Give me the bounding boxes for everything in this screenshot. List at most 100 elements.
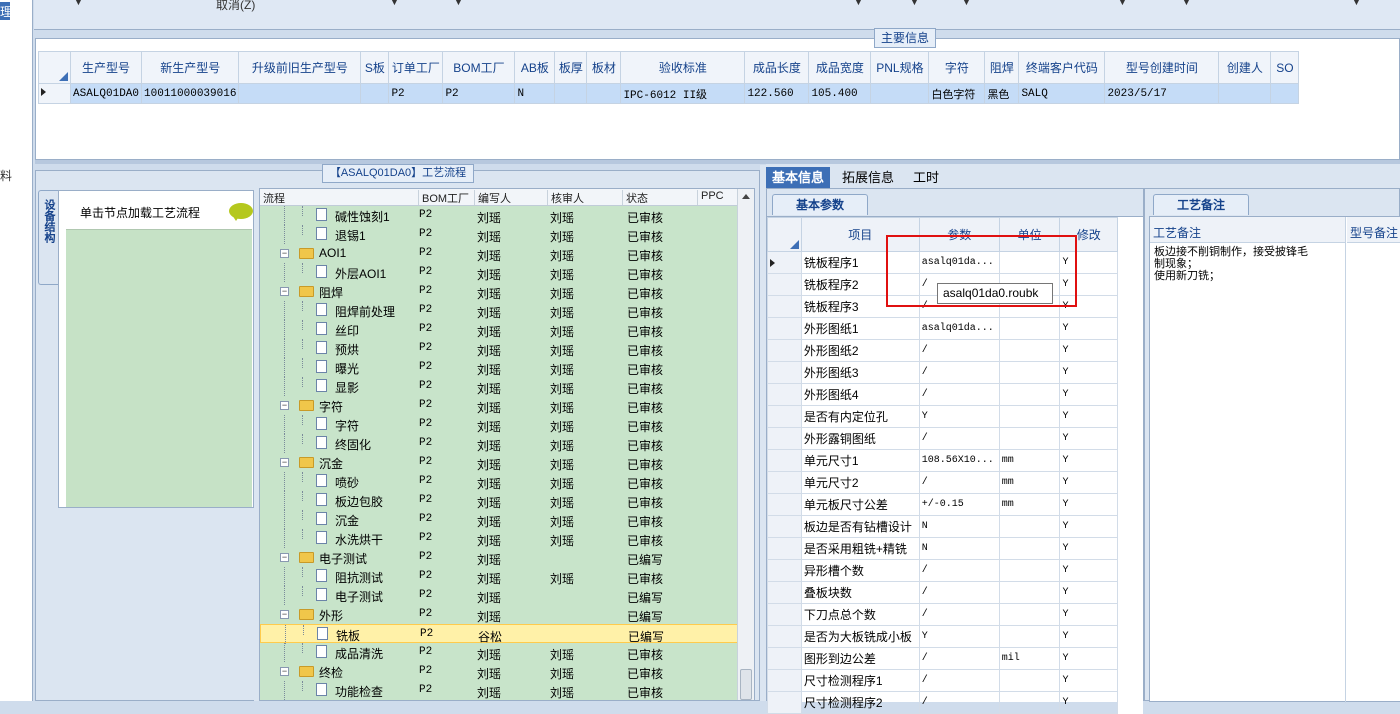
- table-cell[interactable]: N: [514, 83, 556, 104]
- table-row[interactable]: 是否采用粗铣+精铣 N Y: [767, 537, 1143, 560]
- param-value-cell[interactable]: /: [918, 669, 1000, 692]
- col-header[interactable]: 升级前旧生产型号: [238, 51, 362, 84]
- dropdown-arrow-icon[interactable]: ▼: [962, 0, 971, 7]
- tree-row[interactable]: − 字符 P2 刘瑶 刘瑶 已审核: [260, 396, 740, 415]
- param-item-cell[interactable]: 外形图纸1: [800, 317, 920, 340]
- param-editable-cell[interactable]: Y: [1059, 625, 1119, 648]
- col-header[interactable]: 板材: [586, 51, 622, 84]
- param-unit-cell[interactable]: [998, 537, 1061, 560]
- param-unit-cell[interactable]: [998, 317, 1061, 340]
- param-item-cell[interactable]: 外形图纸4: [800, 383, 920, 406]
- param-item-cell[interactable]: 外形露铜图纸: [800, 427, 920, 450]
- tree-row[interactable]: 水洗烘干 P2 刘瑶 刘瑶 已审核: [260, 529, 740, 548]
- dropdown-arrow-icon[interactable]: ▼: [74, 0, 83, 7]
- param-value-cell[interactable]: N: [918, 537, 1000, 560]
- tree-row[interactable]: 碱性蚀刻1 P2 刘瑶 刘瑶 已审核: [260, 206, 740, 225]
- param-item-cell[interactable]: 异形槽个数: [800, 559, 920, 582]
- col-header[interactable]: 订单工厂: [388, 51, 444, 84]
- param-unit-cell[interactable]: [998, 361, 1061, 384]
- table-row[interactable]: 外形图纸1 asalq01da... Y: [767, 317, 1143, 340]
- param-unit-cell[interactable]: [998, 625, 1061, 648]
- tree-row[interactable]: 成品清洗 P2 刘瑶 刘瑶 已审核: [260, 643, 740, 662]
- table-cell[interactable]: P2: [442, 83, 516, 104]
- collapse-icon[interactable]: −: [280, 287, 289, 296]
- param-value-cell[interactable]: Y: [918, 625, 1000, 648]
- param-item-cell[interactable]: 外形图纸2: [800, 339, 920, 362]
- param-item-cell[interactable]: 是否有内定位孔: [800, 405, 920, 428]
- nav-item-label[interactable]: 料: [0, 167, 12, 184]
- param-unit-cell[interactable]: mil: [998, 647, 1061, 670]
- param-unit-cell[interactable]: mm: [998, 471, 1061, 494]
- table-cell[interactable]: [870, 83, 930, 104]
- col-header[interactable]: BOM工厂: [418, 190, 469, 205]
- param-unit-cell[interactable]: [998, 383, 1061, 406]
- table-cell[interactable]: 2023/5/17: [1104, 83, 1220, 104]
- param-editable-cell[interactable]: Y: [1059, 603, 1119, 626]
- collapse-icon[interactable]: −: [280, 458, 289, 467]
- param-value-cell[interactable]: /: [918, 471, 1000, 494]
- param-value-cell[interactable]: 108.56X10...: [918, 449, 1000, 472]
- param-value-cell[interactable]: asalq01da...: [918, 317, 1000, 340]
- param-editable-cell[interactable]: Y: [1059, 339, 1119, 362]
- param-item-cell[interactable]: 是否采用粗铣+精铣: [800, 537, 920, 560]
- col-header[interactable]: PNL规格: [870, 51, 930, 84]
- param-editable-cell[interactable]: Y: [1059, 493, 1119, 516]
- param-editable-cell[interactable]: Y: [1059, 383, 1119, 406]
- table-cell[interactable]: IPC-6012 II级: [620, 83, 746, 104]
- dropdown-arrow-icon[interactable]: ▼: [910, 0, 919, 7]
- param-value-cell[interactable]: +/-0.15: [918, 493, 1000, 516]
- col-header[interactable]: 验收标准: [620, 51, 746, 84]
- tree-row[interactable]: 阻抗测试 P2 刘瑶 刘瑶 已审核: [260, 567, 740, 586]
- col-header[interactable]: 成品长度: [744, 51, 810, 84]
- table-row[interactable]: 下刀点总个数 / Y: [767, 603, 1143, 626]
- param-editable-cell[interactable]: Y: [1059, 669, 1119, 692]
- param-unit-cell[interactable]: [998, 581, 1061, 604]
- table-row[interactable]: ASALQ01DA0 10011000039016 P2 P2 N IPC-6012 II…: [38, 83, 1300, 104]
- tab-basic-info[interactable]: 基本信息: [766, 167, 831, 188]
- tree-row[interactable]: 阻焊前处理 P2 刘瑶 刘瑶 已审核: [260, 301, 740, 320]
- tab-process-notes[interactable]: 工艺备注: [1153, 194, 1249, 215]
- col-header[interactable]: 核审人: [547, 190, 584, 205]
- collapse-icon[interactable]: −: [280, 667, 289, 676]
- dropdown-arrow-icon[interactable]: ▼: [390, 0, 399, 7]
- param-item-cell[interactable]: 尺寸检测程序2: [800, 691, 920, 714]
- table-row[interactable]: 是否为大板铣成小板 Y Y: [767, 625, 1143, 648]
- table-cell[interactable]: 122.560: [744, 83, 810, 104]
- param-item-cell[interactable]: 单元板尺寸公差: [800, 493, 920, 516]
- collapse-icon[interactable]: −: [280, 610, 289, 619]
- scroll-up-icon[interactable]: [742, 194, 750, 199]
- param-unit-cell[interactable]: mm: [998, 493, 1061, 516]
- tree-row[interactable]: 电子测试 P2 刘瑶 已编写: [260, 586, 740, 605]
- tree-row[interactable]: 外层AOI1 P2 刘瑶 刘瑶 已审核: [260, 263, 740, 282]
- table-row[interactable]: 板边是否有钻槽设计 N Y: [767, 515, 1143, 538]
- param-editable-cell[interactable]: Y: [1059, 691, 1119, 714]
- param-value-cell[interactable]: /: [918, 361, 1000, 384]
- param-editable-cell[interactable]: Y: [1059, 449, 1119, 472]
- param-value-cell[interactable]: N: [918, 515, 1000, 538]
- table-cell[interactable]: [554, 83, 588, 104]
- tree-row[interactable]: 板边包胶 P2 刘瑶 刘瑶 已审核: [260, 491, 740, 510]
- col-header[interactable]: 字符: [928, 51, 986, 84]
- col-header[interactable]: AB板: [514, 51, 556, 84]
- table-row[interactable]: 外形露铜图纸 / Y: [767, 427, 1143, 450]
- dropdown-arrow-icon[interactable]: ▼: [1182, 0, 1191, 7]
- table-cell[interactable]: 黑色: [984, 83, 1020, 104]
- table-cell[interactable]: [238, 83, 362, 104]
- scroll-thumb[interactable]: [740, 669, 752, 700]
- tree-row[interactable]: 退锡1 P2 刘瑶 刘瑶 已审核: [260, 225, 740, 244]
- tab-basic-params[interactable]: 基本参数: [772, 194, 868, 215]
- tree-row[interactable]: 终固化 P2 刘瑶 刘瑶 已审核: [260, 434, 740, 453]
- param-value-cell[interactable]: /: [918, 427, 1000, 450]
- col-header[interactable]: 流程: [260, 190, 285, 205]
- table-row[interactable]: 尺寸检测程序2/ Y: [767, 691, 1143, 714]
- collapse-icon[interactable]: −: [280, 553, 289, 562]
- param-unit-cell[interactable]: mm: [998, 449, 1061, 472]
- param-value-cell[interactable]: /: [918, 647, 1000, 670]
- table-row[interactable]: 叠板块数 / Y: [767, 581, 1143, 604]
- load-process-button[interactable]: 单击节点加载工艺流程: [66, 191, 253, 229]
- table-row[interactable]: 单元板尺寸公差 +/-0.15 mm Y: [767, 493, 1143, 516]
- tree-row[interactable]: 沉金 P2 刘瑶 刘瑶 已审核: [260, 510, 740, 529]
- dropdown-arrow-icon[interactable]: ▼: [454, 0, 463, 7]
- col-header[interactable]: 终端客户代码: [1018, 51, 1106, 84]
- table-row[interactable]: 外形图纸3/ Y: [767, 361, 1143, 384]
